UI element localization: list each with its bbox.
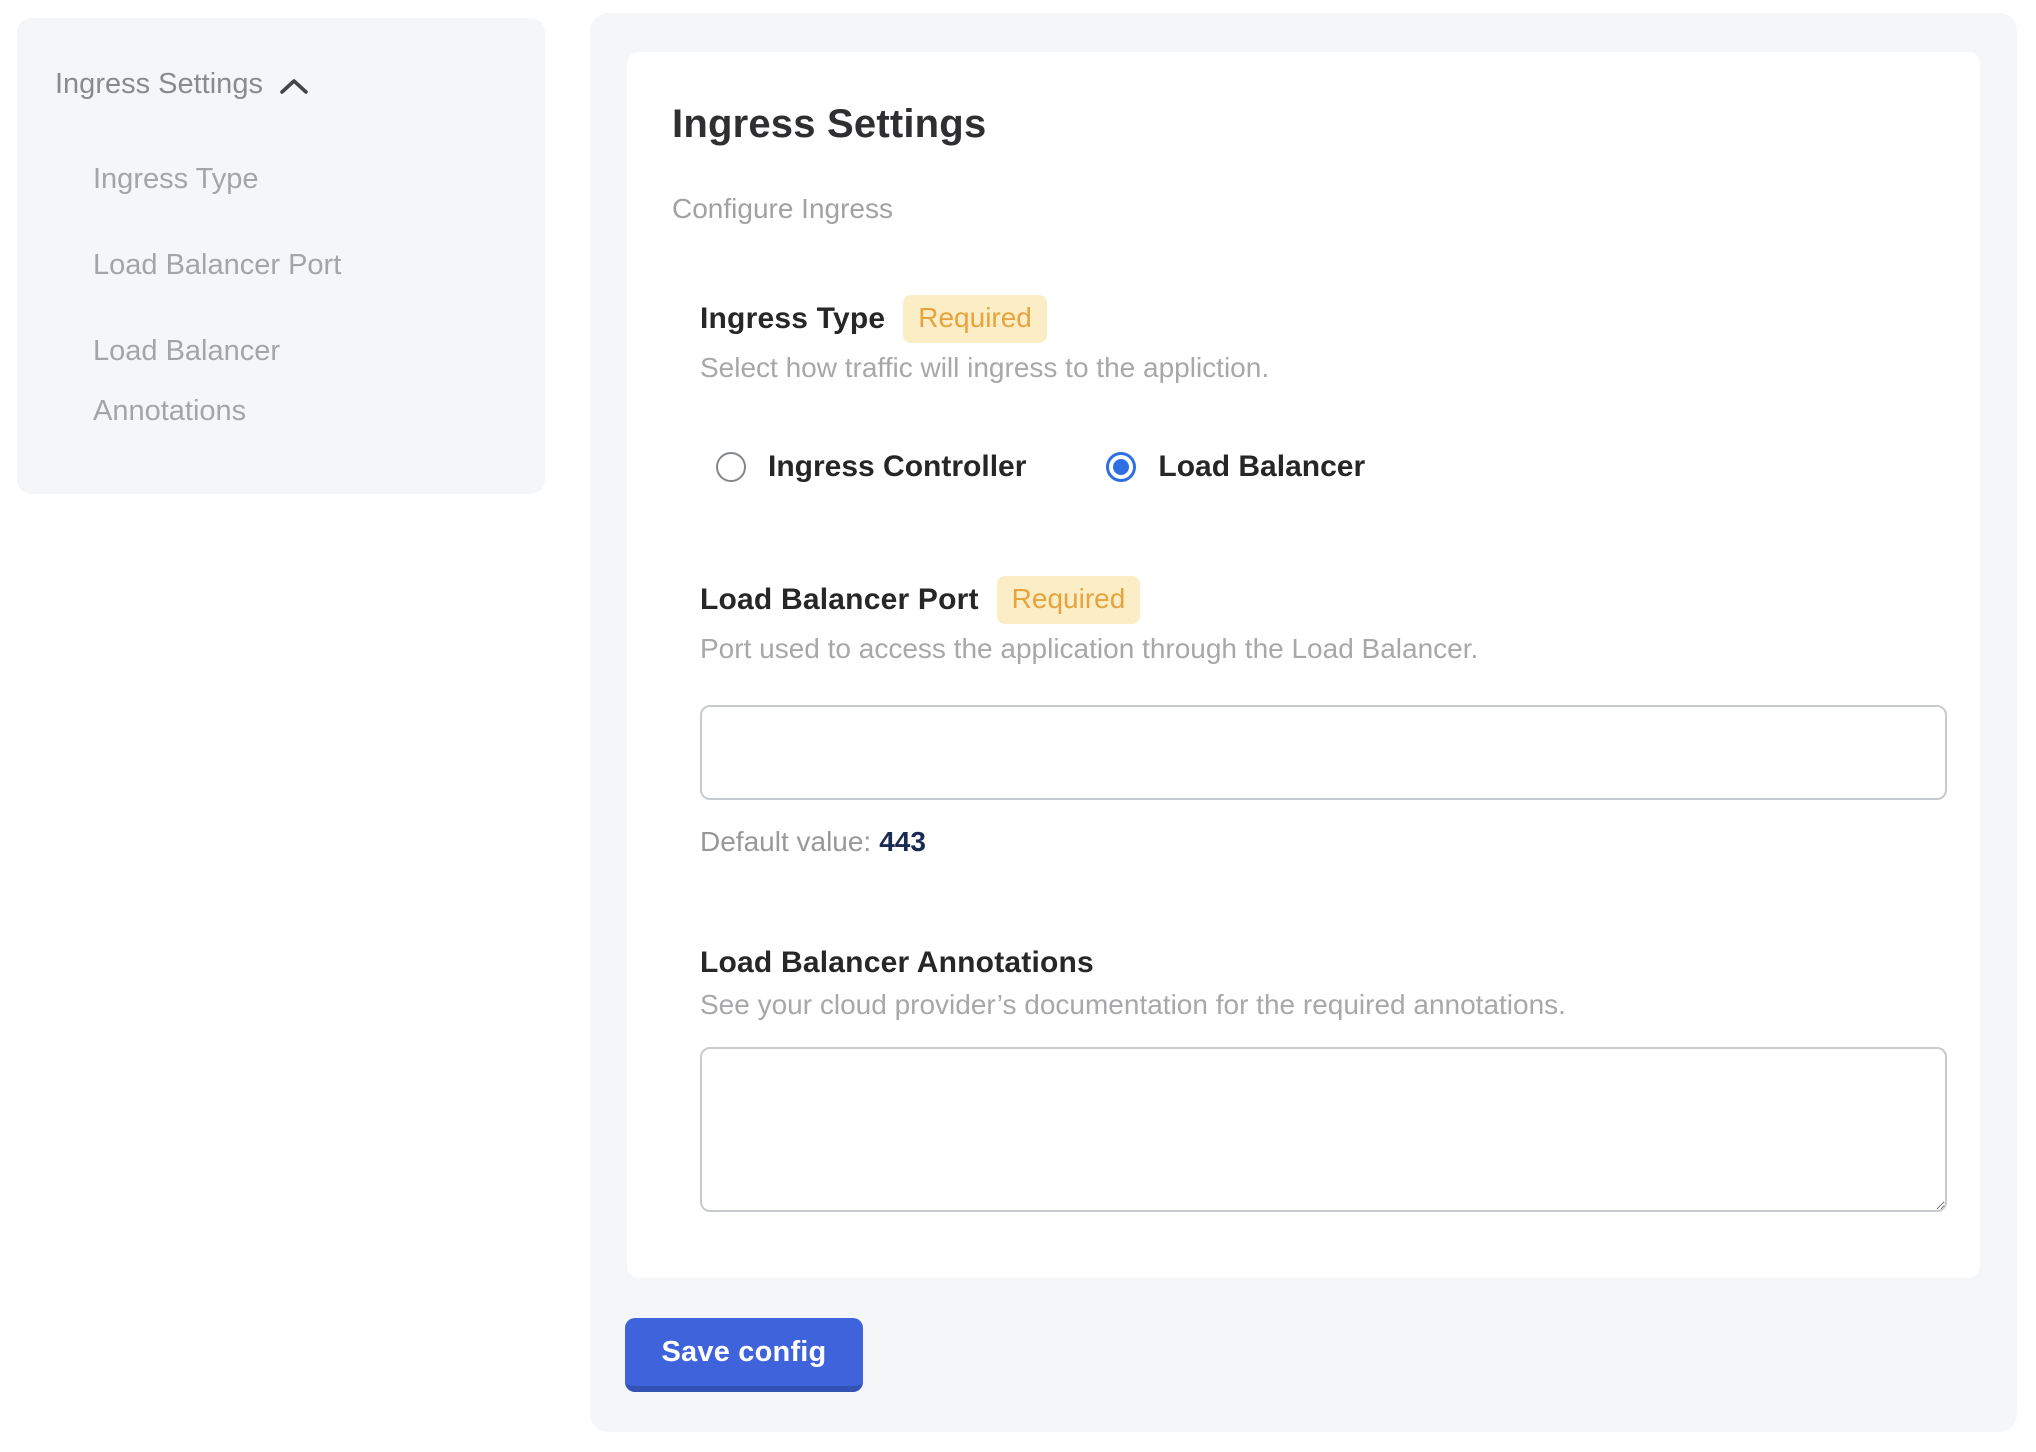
- ingress-settings-panel: Ingress Settings Configure Ingress Ingre…: [590, 13, 2017, 1432]
- load-balancer-port-description: Port used to access the application thro…: [700, 633, 1940, 665]
- sidebar-item-load-balancer-annotations[interactable]: Load Balancer Annotations: [93, 321, 348, 441]
- load-balancer-port-input[interactable]: [700, 705, 1947, 800]
- required-badge: Required: [997, 576, 1141, 624]
- form-fields: Ingress Type Required Select how traffic…: [700, 295, 1940, 1212]
- load-balancer-port-label: Load Balancer Port: [700, 583, 979, 617]
- radio-button-load-balancer[interactable]: [1106, 452, 1136, 482]
- field-ingress-type: Ingress Type Required Select how traffic…: [700, 295, 1940, 484]
- field-load-balancer-annotations: Load Balancer Annotations See your cloud…: [700, 946, 1940, 1212]
- radio-label-load-balancer: Load Balancer: [1158, 450, 1365, 484]
- ingress-type-description: Select how traffic will ingress to the a…: [700, 352, 1940, 384]
- chevron-up-icon: [279, 77, 309, 97]
- default-value-label: Default value:: [700, 826, 871, 857]
- sidebar-item-ingress-type[interactable]: Ingress Type: [93, 149, 348, 209]
- load-balancer-annotations-textarea[interactable]: [700, 1047, 1947, 1212]
- field-load-balancer-port: Load Balancer Port Required Port used to…: [700, 576, 1940, 858]
- radio-option-load-balancer[interactable]: Load Balancer: [1106, 450, 1365, 484]
- default-value-number: 443: [879, 826, 926, 857]
- default-value-line: Default value: 443: [700, 826, 1940, 858]
- radio-button-ingress-controller[interactable]: [716, 452, 746, 482]
- sidebar-item-ingress-settings[interactable]: Ingress Settings: [55, 68, 515, 101]
- load-balancer-port-label-row: Load Balancer Port Required: [700, 576, 1940, 624]
- page-subtitle: Configure Ingress: [672, 193, 1940, 225]
- save-config-button[interactable]: Save config: [625, 1318, 863, 1392]
- settings-nav-sidebar: Ingress Settings Ingress Type Load Balan…: [17, 18, 545, 494]
- ingress-type-label-row: Ingress Type Required: [700, 295, 1940, 343]
- sidebar-item-load-balancer-port[interactable]: Load Balancer Port: [93, 235, 348, 295]
- radio-label-ingress-controller: Ingress Controller: [768, 450, 1026, 484]
- ingress-type-radio-group: Ingress Controller Load Balancer: [716, 450, 1940, 484]
- ingress-type-label: Ingress Type: [700, 302, 885, 336]
- load-balancer-annotations-label: Load Balancer Annotations: [700, 946, 1940, 980]
- ingress-settings-card: Ingress Settings Configure Ingress Ingre…: [627, 52, 1980, 1278]
- sidebar-subitems: Ingress Type Load Balancer Port Load Bal…: [55, 149, 515, 441]
- load-balancer-annotations-description: See your cloud provider’s documentation …: [700, 989, 1940, 1021]
- page-title: Ingress Settings: [672, 102, 1940, 147]
- required-badge: Required: [903, 295, 1047, 343]
- sidebar-header-label: Ingress Settings: [55, 68, 263, 101]
- radio-option-ingress-controller[interactable]: Ingress Controller: [716, 450, 1026, 484]
